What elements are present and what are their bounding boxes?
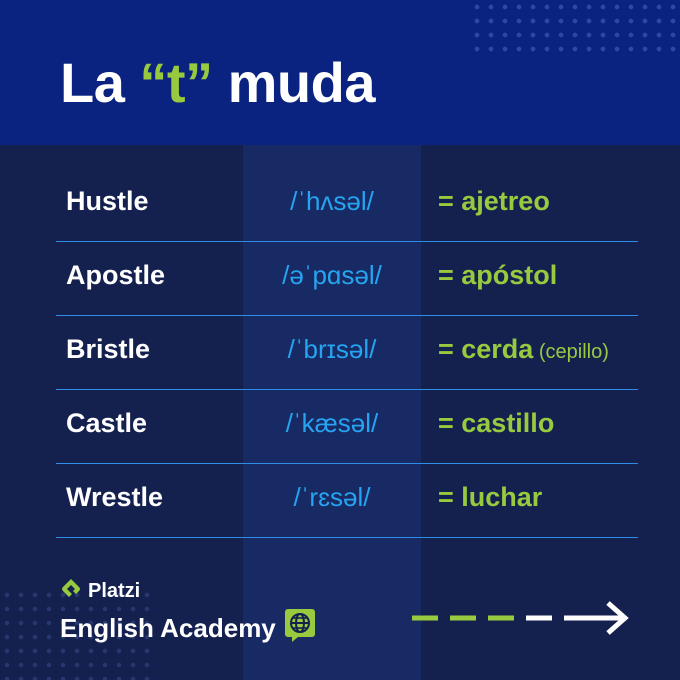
spanish-translation: = ajetreo — [438, 186, 550, 217]
translation-note: (cepillo) — [533, 341, 609, 363]
spanish-translation: = luchar — [438, 482, 542, 513]
brand-tagline: English Academy — [60, 613, 276, 643]
english-word: Hustle — [66, 186, 149, 216]
spanish-translation: = cerda (cepillo) — [438, 334, 609, 365]
title-prefix: La — [60, 51, 140, 114]
table-row: Wrestle /ˈrɛsəl/ = luchar — [0, 464, 680, 538]
translation-main: = castillo — [438, 408, 555, 438]
english-word: Castle — [66, 408, 148, 438]
brand-block: Platzi English Academy — [60, 578, 316, 649]
globe-chat-icon — [284, 608, 316, 649]
english-word: Bristle — [66, 334, 151, 364]
platzi-logo-icon — [60, 577, 82, 606]
brand-tagline-row: English Academy — [60, 608, 316, 649]
decorative-dot-pattern-top — [470, 0, 680, 56]
translation-main: = luchar — [438, 482, 543, 512]
brand-name: Platzi — [88, 579, 141, 602]
ipa-transcription: /ˈrɛsəl/ — [293, 482, 371, 512]
page-title: La “t” muda — [60, 50, 376, 115]
brand-logo-row: Platzi — [60, 578, 316, 604]
spanish-translation: = castillo — [438, 408, 554, 439]
title-accent: “t” — [139, 51, 213, 114]
english-word: Apostle — [66, 260, 166, 290]
translation-main: = ajetreo — [438, 186, 550, 216]
spanish-translation: = apóstol — [438, 260, 557, 291]
dashed-arrow-right-icon — [412, 598, 632, 638]
english-word: Wrestle — [66, 482, 164, 512]
table-row: Apostle /əˈpɑsəl/ = apóstol — [0, 242, 680, 316]
translation-main: = cerda — [438, 334, 534, 364]
title-suffix: muda — [212, 51, 376, 114]
translation-main: = apóstol — [438, 260, 558, 290]
ipa-transcription: /ˈkæsəl/ — [285, 408, 379, 438]
table-row: Bristle /ˈbrɪsəl/ = cerda (cepillo) — [0, 316, 680, 390]
ipa-transcription: /ˈbrɪsəl/ — [287, 334, 377, 364]
table-row: Hustle /ˈhʌsəl/ = ajetreo — [0, 168, 680, 242]
table-row: Castle /ˈkæsəl/ = castillo — [0, 390, 680, 464]
ipa-transcription: /ˈhʌsəl/ — [290, 186, 374, 216]
row-divider — [56, 537, 638, 538]
ipa-transcription: /əˈpɑsəl/ — [282, 260, 382, 290]
